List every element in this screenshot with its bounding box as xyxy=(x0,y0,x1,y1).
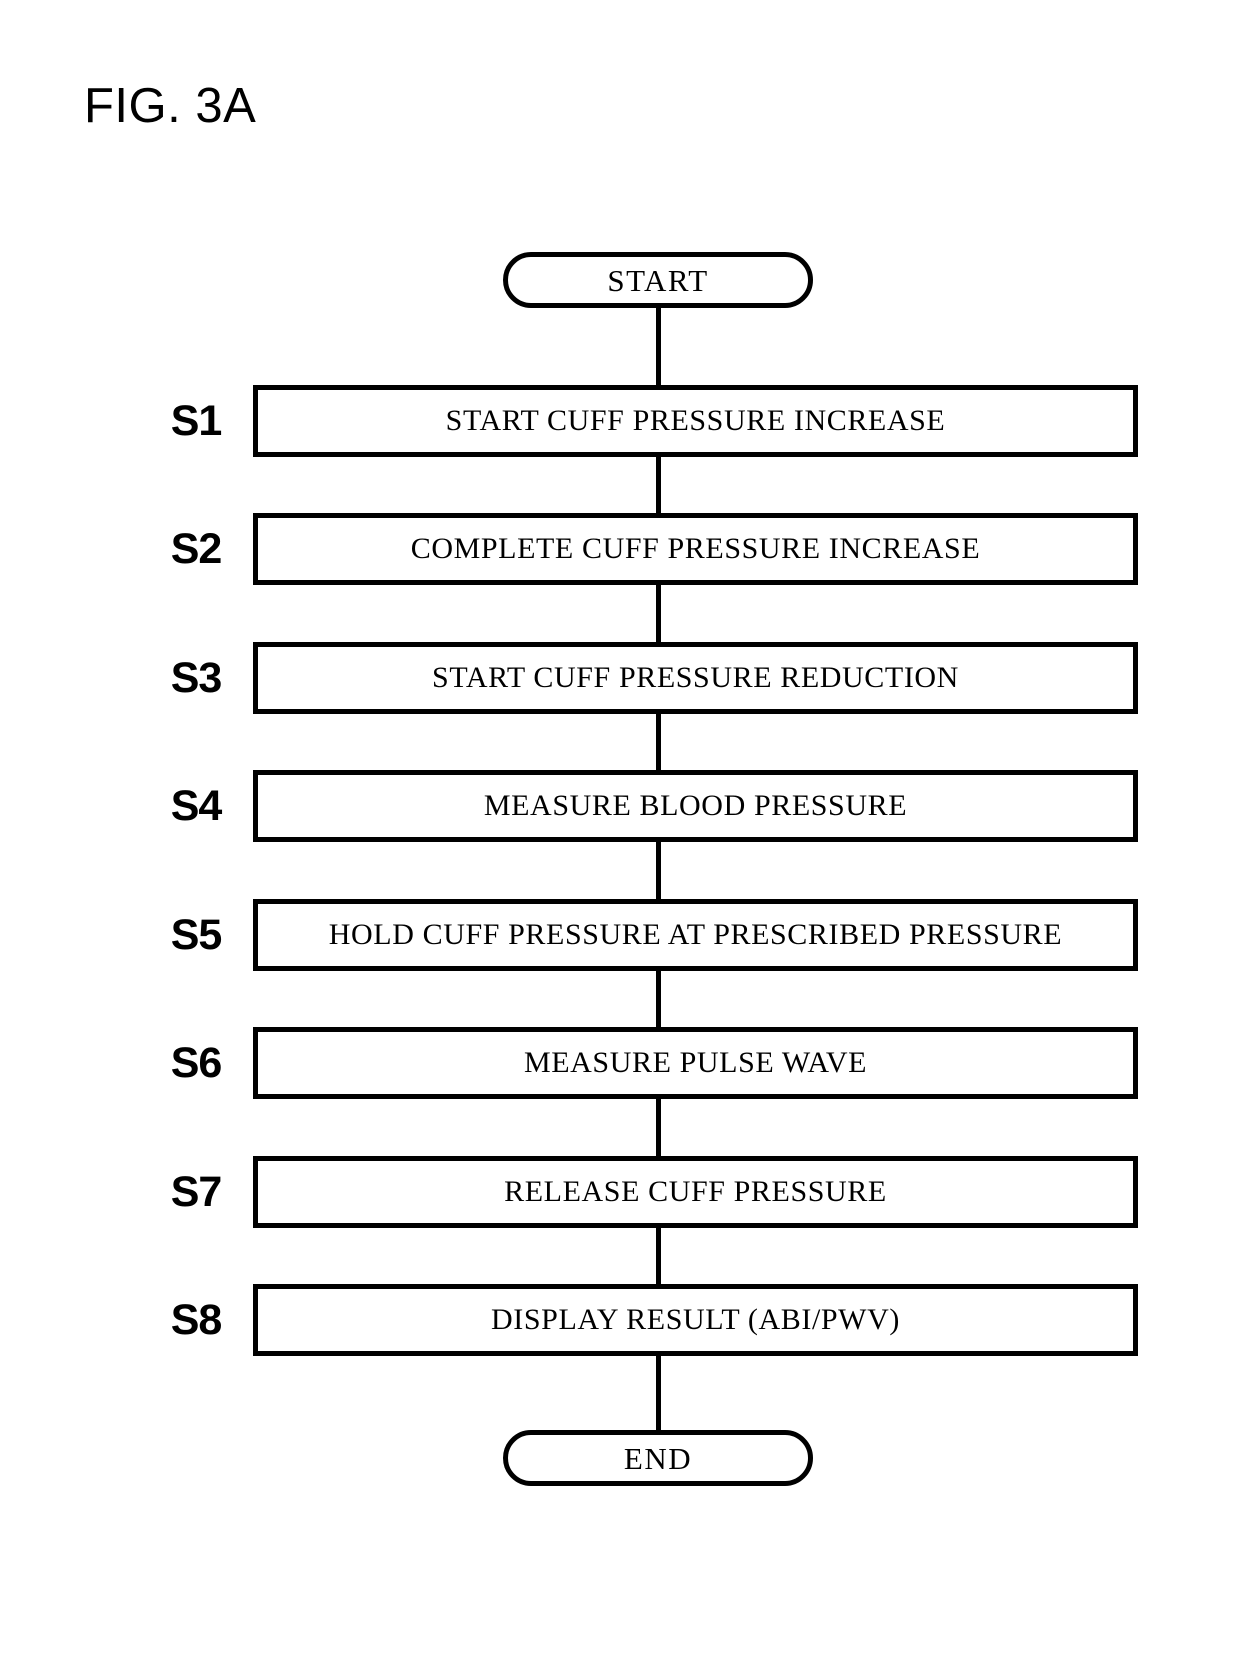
end-terminator-label: END xyxy=(623,1440,693,1476)
connector-s7-to-s8 xyxy=(656,1226,661,1286)
process-box-s1: START CUFF PRESSURE INCREASE xyxy=(253,385,1138,457)
process-row-s4: S4 MEASURE BLOOD PRESSURE xyxy=(0,770,1240,842)
connector-s4-to-s5 xyxy=(656,840,661,901)
process-row-s3: S3 START CUFF PRESSURE REDUCTION xyxy=(0,642,1240,714)
process-box-s6: MEASURE PULSE WAVE xyxy=(253,1027,1138,1099)
process-row-s2: S2 COMPLETE CUFF PRESSURE INCREASE xyxy=(0,513,1240,585)
connector-s8-to-end xyxy=(656,1354,661,1432)
step-label-s8: S8 xyxy=(170,1295,223,1344)
process-box-s6-label: MEASURE PULSE WAVE xyxy=(523,1046,868,1079)
process-box-s2-label: COMPLETE CUFF PRESSURE INCREASE xyxy=(410,532,981,565)
process-row-s1: S1 START CUFF PRESSURE INCREASE xyxy=(0,385,1240,457)
process-box-s8-label: DISPLAY RESULT (ABI/PWV) xyxy=(491,1303,900,1336)
process-row-s6: S6 MEASURE PULSE WAVE xyxy=(0,1027,1240,1099)
process-box-s5: HOLD CUFF PRESSURE AT PRESCRIBED PRESSUR… xyxy=(253,899,1138,971)
connector-s5-to-s6 xyxy=(656,969,661,1029)
process-box-s5-label: HOLD CUFF PRESSURE AT PRESCRIBED PRESSUR… xyxy=(328,918,1063,951)
connector-s3-to-s4 xyxy=(656,712,661,772)
end-terminator: END xyxy=(503,1430,813,1486)
process-box-s2: COMPLETE CUFF PRESSURE INCREASE xyxy=(253,513,1138,585)
start-terminator: START xyxy=(503,252,813,308)
process-row-s8: S8 DISPLAY RESULT (ABI/PWV) xyxy=(0,1284,1240,1356)
step-label-s5: S5 xyxy=(170,910,223,959)
process-box-s8: DISPLAY RESULT (ABI/PWV) xyxy=(253,1284,1138,1356)
process-box-s3: START CUFF PRESSURE REDUCTION xyxy=(253,642,1138,714)
process-box-s7: RELEASE CUFF PRESSURE xyxy=(253,1156,1138,1228)
process-box-s1-label: START CUFF PRESSURE INCREASE xyxy=(445,404,946,437)
connector-s2-to-s3 xyxy=(656,583,661,644)
process-box-s4: MEASURE BLOOD PRESSURE xyxy=(253,770,1138,842)
process-row-s5: S5 HOLD CUFF PRESSURE AT PRESCRIBED PRES… xyxy=(0,899,1240,971)
process-row-s7: S7 RELEASE CUFF PRESSURE xyxy=(0,1156,1240,1228)
start-terminator-label: START xyxy=(607,262,709,298)
step-label-s7: S7 xyxy=(170,1167,223,1216)
flowchart-canvas: START S1 START CUFF PRESSURE INCREASE S2… xyxy=(0,0,1240,1664)
process-box-s3-label: START CUFF PRESSURE REDUCTION xyxy=(432,661,959,694)
step-label-s6: S6 xyxy=(170,1038,223,1087)
connector-s1-to-s2 xyxy=(656,455,661,515)
step-label-s4: S4 xyxy=(170,781,223,830)
process-box-s4-label: MEASURE BLOOD PRESSURE xyxy=(483,789,908,822)
connector-start-to-s1 xyxy=(656,305,661,387)
connector-s6-to-s7 xyxy=(656,1097,661,1158)
process-box-s7-label: RELEASE CUFF PRESSURE xyxy=(504,1175,887,1208)
step-label-s2: S2 xyxy=(170,524,223,573)
step-label-s3: S3 xyxy=(170,653,223,702)
step-label-s1: S1 xyxy=(170,396,223,445)
